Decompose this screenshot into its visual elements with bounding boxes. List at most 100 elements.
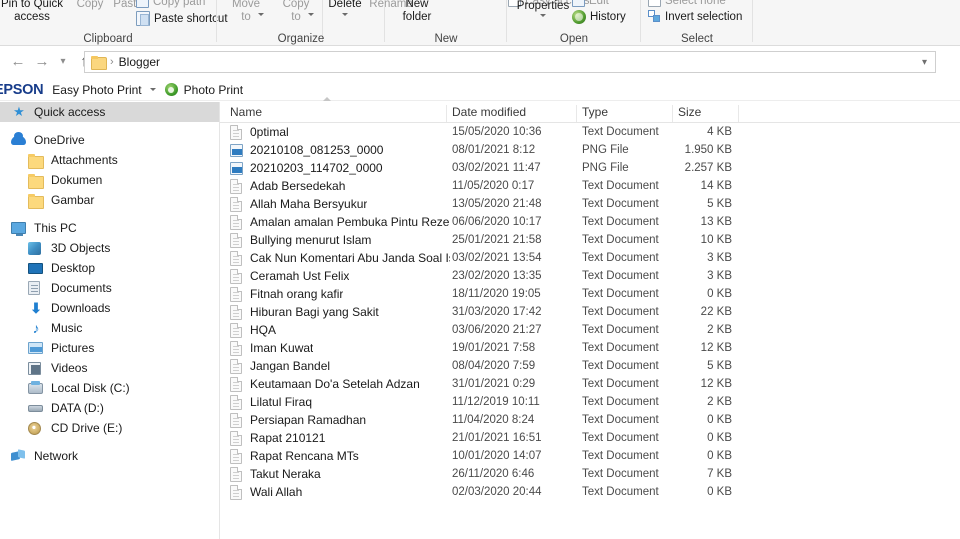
file-name-cell: 0ptimal	[230, 124, 289, 140]
column-header-date-modified[interactable]: Date modified	[452, 105, 526, 119]
arrow-right-icon: →	[34, 53, 50, 70]
column-divider-3[interactable]	[672, 105, 673, 122]
table-row[interactable]: Rapat Rencana MTs 10/01/2020 14:07 Text Do…	[220, 447, 960, 465]
select-none-icon	[648, 0, 661, 7]
table-row[interactable]: Bullying menurut Islam 25/01/2021 21:58 Te…	[220, 231, 960, 249]
file-date-modified-cell: 31/01/2021 0:29	[452, 378, 536, 390]
column-divider-2[interactable]	[576, 105, 577, 122]
new-folder-button[interactable]: New folder	[390, 0, 444, 23]
sidebar-item-music[interactable]: ♪ Music	[0, 318, 219, 338]
delete-chevron-down-icon[interactable]	[342, 13, 348, 16]
sidebar-item-3d-objects[interactable]: 3D Objects	[0, 238, 219, 258]
sidebar-item-documents[interactable]: Documents	[0, 278, 219, 298]
table-row[interactable]: Takut Neraka 26/11/2020 6:46 Text Document…	[220, 465, 960, 483]
address-bar[interactable]: › Blogger ▾	[84, 51, 936, 73]
sidebar-item-videos[interactable]: Videos	[0, 358, 219, 378]
pictures-icon-glyph	[28, 342, 43, 354]
select-none-button[interactable]: Select none	[648, 0, 726, 7]
table-row[interactable]: 20210108_081253_0000 08/01/2021 8:12 PNG F…	[220, 141, 960, 159]
copy-to-chevron-down-icon[interactable]	[308, 13, 314, 16]
file-type-cell: Text Document	[582, 396, 659, 408]
sidebar-item-this-pc[interactable]: This PC	[0, 218, 219, 238]
text-document-icon-glyph	[230, 322, 242, 338]
paste-shortcut-icon	[136, 11, 150, 26]
column-divider-4[interactable]	[738, 105, 739, 122]
file-date-modified-cell: 11/04/2020 8:24	[452, 414, 535, 426]
history-button[interactable]: History	[572, 10, 626, 24]
table-row[interactable]: Wali Allah 02/03/2020 20:44 Text Document 0…	[220, 483, 960, 501]
table-row[interactable]: Cak Nun Komentari Abu Janda Soal Isla...…	[220, 249, 960, 267]
invert-selection-label: Invert selection	[665, 10, 743, 23]
copy-path-button[interactable]: Copy path	[136, 0, 205, 8]
properties-button[interactable]: Properties	[512, 0, 574, 17]
copy-to-button[interactable]: Copy to	[274, 0, 318, 23]
table-row[interactable]: Lilatul Firaq 11/12/2019 10:11 Text Docume…	[220, 393, 960, 411]
text-document-icon-glyph	[230, 286, 242, 302]
table-row[interactable]: Keutamaan Do'a Setelah Adzan 31/01/2021 0…	[220, 375, 960, 393]
column-header-size[interactable]: Size	[678, 105, 701, 119]
sidebar-item-dokumen[interactable]: Dokumen	[0, 170, 219, 190]
file-type-cell: Text Document	[582, 252, 659, 264]
back-button[interactable]: ←	[6, 50, 30, 74]
sidebar-item-data-d[interactable]: DATA (D:)	[0, 398, 219, 418]
navigation-pane[interactable]: ★ Quick access OneDrive Attachments Dokumen G…	[0, 102, 219, 539]
sidebar-item-label: CD Drive (E:)	[51, 421, 123, 435]
folder-icon	[28, 192, 44, 209]
column-header-type[interactable]: Type	[582, 105, 608, 119]
recent-locations-button[interactable]: ▾	[54, 50, 72, 74]
breadcrumb-current-folder[interactable]: Blogger	[119, 55, 160, 69]
table-row[interactable]: Amalan amalan Pembuka Pintu Rezeki 06/06/…	[220, 213, 960, 231]
file-name-label: Lilatul Firaq	[250, 395, 313, 409]
table-row[interactable]: Persiapan Ramadhan 11/04/2020 8:24 Text Do…	[220, 411, 960, 429]
column-divider-1[interactable]	[446, 105, 447, 122]
table-row[interactable]: HQA 03/06/2020 21:27 Text Document 2 KB	[220, 321, 960, 339]
table-row[interactable]: 20210203_114702_0000 03/02/2021 11:47 PNG …	[220, 159, 960, 177]
sidebar-item-network[interactable]: Network	[0, 446, 219, 466]
file-name-cell: Bullying menurut Islam	[230, 232, 371, 248]
sidebar-item-local-disk-c[interactable]: Local Disk (C:)	[0, 378, 219, 398]
file-date-modified-cell: 11/05/2020 0:17	[452, 180, 535, 192]
properties-chevron-down-icon[interactable]	[540, 14, 546, 17]
sidebar-item-quick-access[interactable]: ★ Quick access	[0, 102, 219, 122]
sidebar-item-downloads[interactable]: ⬇ Downloads	[0, 298, 219, 318]
move-to-button[interactable]: Move to	[224, 0, 268, 23]
sidebar-item-gambar[interactable]: Gambar	[0, 190, 219, 210]
photo-print-button[interactable]: Photo Print	[184, 83, 243, 97]
paste-shortcut-button[interactable]: Paste shortcut	[136, 11, 228, 26]
table-row[interactable]: 0ptimal 15/05/2020 10:36 Text Document 4 KB	[220, 123, 960, 141]
file-size-cell: 12 KB	[700, 378, 732, 390]
sidebar-item-cd-drive-e[interactable]: CD Drive (E:)	[0, 418, 219, 438]
move-to-chevron-down-icon[interactable]	[258, 13, 264, 16]
edit-button[interactable]: Edit	[572, 0, 609, 7]
text-document-icon	[230, 358, 243, 374]
local-disk-icon-glyph	[28, 381, 43, 394]
table-row[interactable]: Rapat 210121 21/01/2021 16:51 Text Documen…	[220, 429, 960, 447]
table-row[interactable]: Hiburan Bagi yang Sakit 31/03/2020 17:42 T…	[220, 303, 960, 321]
ribbon-separator-1	[216, 0, 217, 42]
table-row[interactable]: Jangan Bandel 08/04/2020 7:59 Text Documen…	[220, 357, 960, 375]
pin-to-quick-access-button[interactable]: Pin to Quick access	[0, 0, 70, 23]
cd-drive-icon	[28, 420, 44, 436]
file-name-label: Iman Kuwat	[250, 341, 314, 355]
sidebar-item-onedrive[interactable]: OneDrive	[0, 130, 219, 150]
table-row[interactable]: Ceramah Ust Felix 23/02/2020 13:35 Text Do…	[220, 267, 960, 285]
copy-button[interactable]: Copy	[70, 0, 110, 11]
table-row[interactable]: Fitnah orang kafir 18/11/2020 19:05 Text D…	[220, 285, 960, 303]
file-size-cell: 1.950 KB	[684, 144, 732, 156]
invert-selection-button[interactable]: Invert selection	[648, 10, 742, 23]
address-chevron-down-icon[interactable]: ▾	[922, 57, 927, 68]
sidebar-item-attachments[interactable]: Attachments	[0, 150, 219, 170]
delete-button[interactable]: Delete	[324, 0, 366, 16]
table-row[interactable]: Adab Bersedekah 11/05/2020 0:17 Text Docum…	[220, 177, 960, 195]
column-header-name[interactable]: Name	[230, 105, 262, 119]
sidebar-item-pictures[interactable]: Pictures	[0, 338, 219, 358]
forward-button[interactable]: →	[30, 50, 54, 74]
epson-chevron-down-icon[interactable]	[149, 88, 156, 91]
table-row[interactable]: Iman Kuwat 19/01/2021 7:58 Text Document 12…	[220, 339, 960, 357]
edit-icon	[572, 0, 585, 7]
downloads-icon: ⬇	[28, 300, 44, 316]
sidebar-item-desktop[interactable]: Desktop	[0, 258, 219, 278]
file-type-cell: Text Document	[582, 342, 659, 354]
table-row[interactable]: Allah Maha Bersyukur 13/05/2020 21:48 Text…	[220, 195, 960, 213]
ribbon-group-label-select: Select	[681, 33, 713, 45]
